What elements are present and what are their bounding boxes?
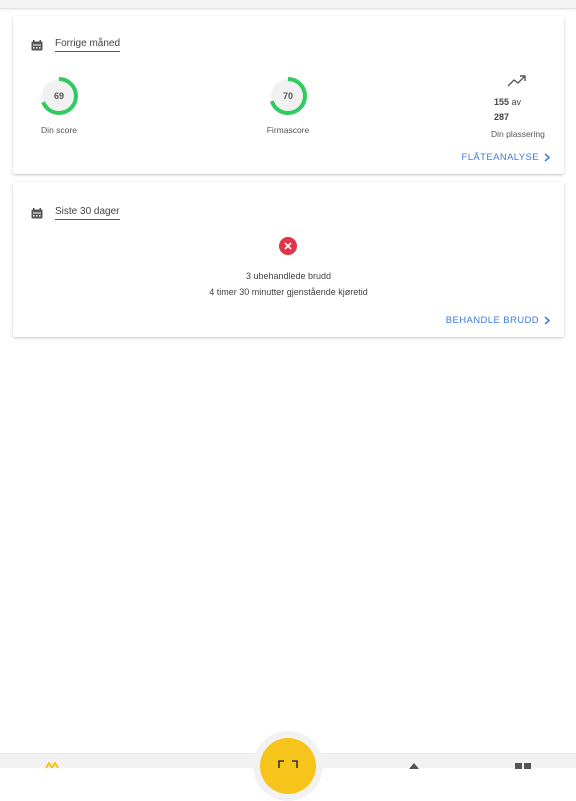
company-score-label: Firmascore (266, 125, 310, 135)
remaining-drive-time: 4 timer 30 minutter gjenstående kjøretid (209, 287, 368, 297)
calendar-icon (31, 39, 43, 50)
calendar-icon (31, 207, 43, 218)
trending-up-icon (507, 75, 526, 87)
ranking-label: Din plassering (491, 129, 545, 139)
chevron-right-icon (544, 153, 550, 162)
chevron-right-icon (544, 316, 550, 325)
previous-month-card: Forrige måned 69 Din score 70 Firmascore (13, 16, 564, 174)
nav-home-icon[interactable] (44, 762, 60, 770)
top-app-bar (0, 0, 576, 9)
period-label[interactable]: Forrige måned (55, 38, 121, 52)
score-value: 69 (53, 91, 64, 101)
period-selector[interactable]: Siste 30 dager (31, 206, 120, 220)
violations-count: 3 ubehandlede brudd (245, 271, 332, 281)
score-label: Din score (41, 125, 77, 135)
ranking-position: 155 (494, 97, 510, 107)
handle-violations-label[interactable]: BEHANDLE BRUDD (446, 315, 539, 326)
ranking-total: 287 (494, 112, 510, 122)
period-selector[interactable]: Forrige måned (31, 38, 121, 52)
scan-button[interactable] (260, 738, 316, 794)
company-score-value: 70 (282, 91, 293, 101)
scan-icon (278, 760, 298, 768)
period-label[interactable]: Siste 30 dager (55, 206, 120, 220)
nav-up-icon[interactable] (409, 763, 419, 769)
company-score: 70 Firmascore (266, 75, 310, 135)
nav-grid-icon[interactable] (515, 763, 531, 769)
last-30-days-card: Siste 30 dager 3 ubehandlede brudd 4 tim… (13, 182, 564, 337)
driver-score: 69 Din score (37, 75, 81, 135)
company-score-ring: 70 (267, 75, 309, 117)
ranking-separator: av (511, 97, 522, 107)
ranking-value: 155 av 287 (494, 95, 521, 125)
fleet-analysis-link[interactable]: FLÅTEANALYSE (462, 152, 550, 163)
fleet-analysis-label[interactable]: FLÅTEANALYSE (462, 152, 539, 163)
score-ring: 69 (38, 75, 80, 117)
handle-violations-link[interactable]: BEHANDLE BRUDD (446, 315, 550, 326)
error-icon (279, 237, 297, 255)
